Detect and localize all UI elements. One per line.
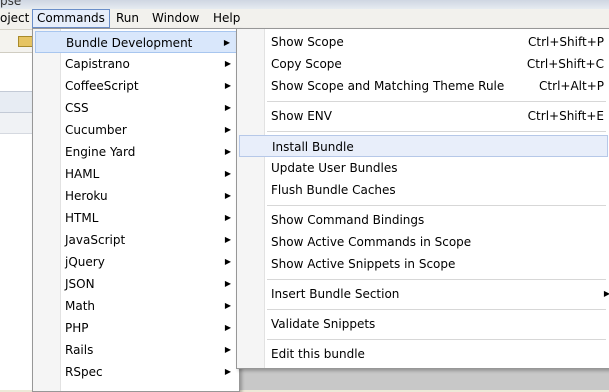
- menu-separator: [267, 309, 606, 310]
- menu-item-html[interactable]: HTML ▶: [35, 207, 237, 229]
- menu-item-update-user-bundles[interactable]: Update User Bundles: [239, 157, 608, 179]
- menu-item-label: Show Scope and Matching Theme Rule: [271, 79, 505, 93]
- menu-item-shortcut: Ctrl+Shift+P: [528, 35, 604, 49]
- menu-item-label: CSS: [65, 101, 89, 115]
- left-panel: [0, 53, 36, 390]
- menu-help[interactable]: Help: [209, 10, 244, 27]
- submenu-arrow-icon: ▶: [224, 235, 231, 244]
- menu-item-label: Capistrano: [65, 57, 130, 71]
- menu-item-bundle-development[interactable]: Bundle Development ▶: [35, 31, 237, 53]
- menu-item-label: HAML: [65, 167, 100, 181]
- menu-item-jquery[interactable]: jQuery ▶: [35, 251, 237, 273]
- menu-item-label: Insert Bundle Section: [271, 287, 400, 301]
- menu-item-shortcut: Ctrl+Alt+P: [539, 79, 604, 93]
- commands-menu: Bundle Development ▶ Capistrano ▶ Coffee…: [32, 28, 240, 392]
- submenu-arrow-icon: ▶: [224, 81, 231, 90]
- menu-item-label: JavaScript: [65, 233, 126, 247]
- menu-separator: [267, 131, 606, 132]
- menu-item-engine-yard[interactable]: Engine Yard ▶: [35, 141, 237, 163]
- menu-item-label: Validate Snippets: [271, 317, 376, 331]
- menu-item-label: Update User Bundles: [271, 161, 398, 175]
- menu-item-shortcut: Ctrl+Shift+C: [526, 57, 604, 71]
- submenu-arrow-icon: ▶: [224, 367, 231, 376]
- submenu-arrow-icon: ▶: [603, 289, 609, 298]
- menu-item-label: PHP: [65, 321, 89, 335]
- menu-run[interactable]: Run: [112, 10, 143, 27]
- menu-item-label: HTML: [65, 211, 99, 225]
- menu-item-show-active-snippets[interactable]: Show Active Snippets in Scope: [239, 253, 608, 275]
- menu-item-label: Show ENV: [271, 109, 332, 123]
- menu-bar: oject Commands Run Window Help: [0, 9, 609, 30]
- menu-commands[interactable]: Commands: [32, 9, 110, 28]
- menu-separator: [267, 205, 606, 206]
- menu-item-haml[interactable]: HAML ▶: [35, 163, 237, 185]
- menu-item-capistrano[interactable]: Capistrano ▶: [35, 53, 237, 75]
- menu-item-label: Bundle Development: [66, 36, 193, 50]
- panel-header: [0, 91, 35, 113]
- menu-item-edit-this-bundle[interactable]: Edit this bundle: [239, 343, 608, 365]
- menu-item-css[interactable]: CSS ▶: [35, 97, 237, 119]
- submenu-arrow-icon: ▶: [224, 279, 231, 288]
- window-title: pse: [0, 0, 22, 8]
- menu-item-label: Install Bundle: [272, 140, 354, 154]
- submenu-arrow-icon: ▶: [224, 191, 231, 200]
- menu-item-math[interactable]: Math ▶: [35, 295, 237, 317]
- submenu-arrow-icon: ▶: [224, 301, 231, 310]
- menu-item-label: Engine Yard: [65, 145, 136, 159]
- menu-item-label: RSpec: [65, 365, 103, 379]
- submenu-arrow-icon: ▶: [224, 169, 231, 178]
- submenu-arrow-icon: ▶: [224, 125, 231, 134]
- menu-item-label: Show Scope: [271, 35, 344, 49]
- menu-separator: [267, 279, 606, 280]
- menu-item-copy-scope[interactable]: Copy Scope Ctrl+Shift+C: [239, 53, 608, 75]
- menu-item-php[interactable]: PHP ▶: [35, 317, 237, 339]
- menu-item-label: Flush Bundle Caches: [271, 183, 396, 197]
- menu-item-install-bundle[interactable]: Install Bundle: [239, 135, 608, 157]
- submenu-arrow-icon: ▶: [224, 213, 231, 222]
- menu-item-label: CoffeeScript: [65, 79, 139, 93]
- menu-item-heroku[interactable]: Heroku ▶: [35, 185, 237, 207]
- menu-item-label: Rails: [65, 343, 94, 357]
- menu-item-coffeescript[interactable]: CoffeeScript ▶: [35, 75, 237, 97]
- menu-item-label: Edit this bundle: [271, 347, 365, 361]
- menu-project[interactable]: oject: [0, 10, 33, 27]
- menu-separator: [267, 101, 606, 102]
- menu-item-flush-bundle-caches[interactable]: Flush Bundle Caches: [239, 179, 608, 201]
- menu-item-javascript[interactable]: JavaScript ▶: [35, 229, 237, 251]
- panel-subheader: [0, 113, 35, 134]
- submenu-arrow-icon: ▶: [224, 103, 231, 112]
- menu-item-show-scope[interactable]: Show Scope Ctrl+Shift+P: [239, 31, 608, 53]
- menu-item-rspec[interactable]: RSpec ▶: [35, 361, 237, 383]
- menu-item-show-command-bindings[interactable]: Show Command Bindings: [239, 209, 608, 231]
- menu-item-label: Show Active Commands in Scope: [271, 235, 472, 249]
- toolbar: [0, 30, 35, 53]
- menu-item-label: Heroku: [65, 189, 108, 203]
- menu-item-label: Show Command Bindings: [271, 213, 425, 227]
- menu-item-label: Show Active Snippets in Scope: [271, 257, 456, 271]
- menu-item-insert-bundle-section[interactable]: Insert Bundle Section ▶: [239, 283, 609, 305]
- menu-item-label: Copy Scope: [271, 57, 342, 71]
- submenu-arrow-icon: ▶: [224, 147, 231, 156]
- submenu-arrow-icon: ▶: [224, 345, 231, 354]
- menu-item-label: Cucumber: [65, 123, 127, 137]
- menu-item-show-scope-theme-rule[interactable]: Show Scope and Matching Theme Rule Ctrl+…: [239, 75, 608, 97]
- menu-item-rails[interactable]: Rails ▶: [35, 339, 237, 361]
- menu-item-show-env[interactable]: Show ENV Ctrl+Shift+E: [239, 105, 608, 127]
- submenu-arrow-icon: ▶: [224, 323, 231, 332]
- menu-item-validate-snippets[interactable]: Validate Snippets: [239, 313, 608, 335]
- submenu-arrow-icon: ▶: [224, 59, 231, 68]
- menu-item-shortcut: Ctrl+Shift+E: [527, 109, 604, 123]
- menu-window[interactable]: Window: [148, 10, 203, 27]
- menu-item-label: Math: [65, 299, 96, 313]
- menu-item-cucumber[interactable]: Cucumber ▶: [35, 119, 237, 141]
- folder-icon[interactable]: [18, 36, 33, 47]
- submenu-arrow-icon: ▶: [224, 257, 231, 266]
- menu-separator: [267, 339, 606, 340]
- bundle-development-submenu: Show Scope Ctrl+Shift+P Copy Scope Ctrl+…: [236, 28, 609, 369]
- menu-item-show-active-commands[interactable]: Show Active Commands in Scope: [239, 231, 608, 253]
- menu-item-label: JSON: [65, 277, 95, 291]
- submenu-arrow-icon: ▶: [223, 38, 230, 47]
- menu-item-json[interactable]: JSON ▶: [35, 273, 237, 295]
- menu-item-label: jQuery: [65, 255, 105, 269]
